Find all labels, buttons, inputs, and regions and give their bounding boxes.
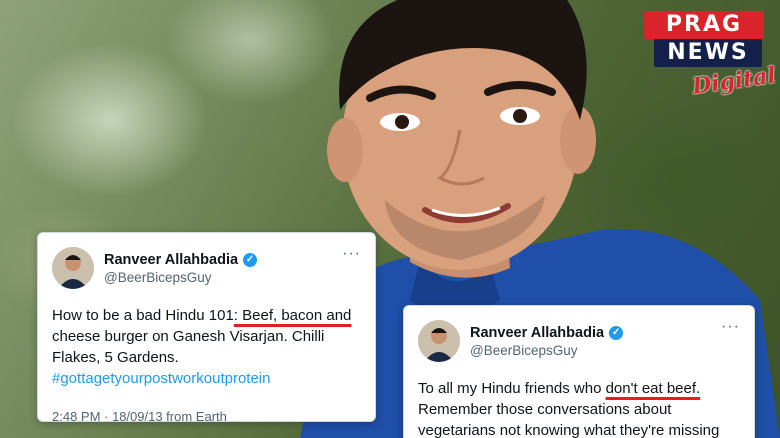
- more-options-icon[interactable]: ···: [721, 318, 740, 336]
- avatar[interactable]: [418, 320, 460, 362]
- tweet-author-handle[interactable]: @BeerBicepsGuy: [470, 343, 721, 358]
- verified-badge-icon: ✓: [609, 325, 624, 340]
- tweet-author-name[interactable]: Ranveer Allahbadia: [470, 325, 604, 341]
- prag-news-logo: PRAG NEWS Digital: [642, 8, 777, 108]
- tweet-header: Ranveer Allahbadia ✓ @BeerBicepsGuy ···: [52, 245, 361, 291]
- tweet-text-part: cheese burger on Ganesh Visarjan. Chilli…: [52, 328, 325, 366]
- tweet-card: Ranveer Allahbadia ✓ @BeerBicepsGuy ··· …: [403, 305, 755, 438]
- tweet-text-part: How to be a bad Hindu 101: [52, 307, 234, 324]
- tweet-text-part: To all my Hindu friends who: [418, 380, 606, 397]
- avatar[interactable]: [52, 247, 94, 289]
- hashtag-link[interactable]: #gottagetyourpostworkoutprotein: [52, 370, 270, 387]
- tweet-card: Ranveer Allahbadia ✓ @BeerBicepsGuy ··· …: [37, 232, 376, 424]
- logo-text-digital: Digital: [690, 62, 778, 100]
- more-options-icon[interactable]: ···: [342, 245, 361, 263]
- tweet-header: Ranveer Allahbadia ✓ @BeerBicepsGuy ···: [418, 318, 740, 364]
- logo-text-news: NEWS: [654, 39, 762, 67]
- tweet-author-handle[interactable]: @BeerBicepsGuy: [104, 270, 342, 285]
- news-graphic: PRAG NEWS Digital Ranveer Allahbadia ✓ @…: [0, 0, 780, 438]
- tweet-text-highlight: : Beef, bacon and: [233, 307, 352, 324]
- tweet-text: To all my Hindu friends who don't eat be…: [418, 378, 740, 438]
- logo-text-prag: PRAG: [644, 11, 764, 39]
- tweet-timestamp[interactable]: 2:48 PM · 18/09/13 from Earth: [52, 409, 361, 424]
- tweet-text: How to be a bad Hindu 101: Beef, bacon a…: [52, 305, 361, 389]
- tweet-author-name[interactable]: Ranveer Allahbadia: [104, 252, 238, 268]
- tweet-text-part: Remember those conversations about veget…: [418, 401, 720, 438]
- verified-badge-icon: ✓: [243, 252, 258, 267]
- tweet-text-highlight: don't eat beef.: [605, 380, 701, 397]
